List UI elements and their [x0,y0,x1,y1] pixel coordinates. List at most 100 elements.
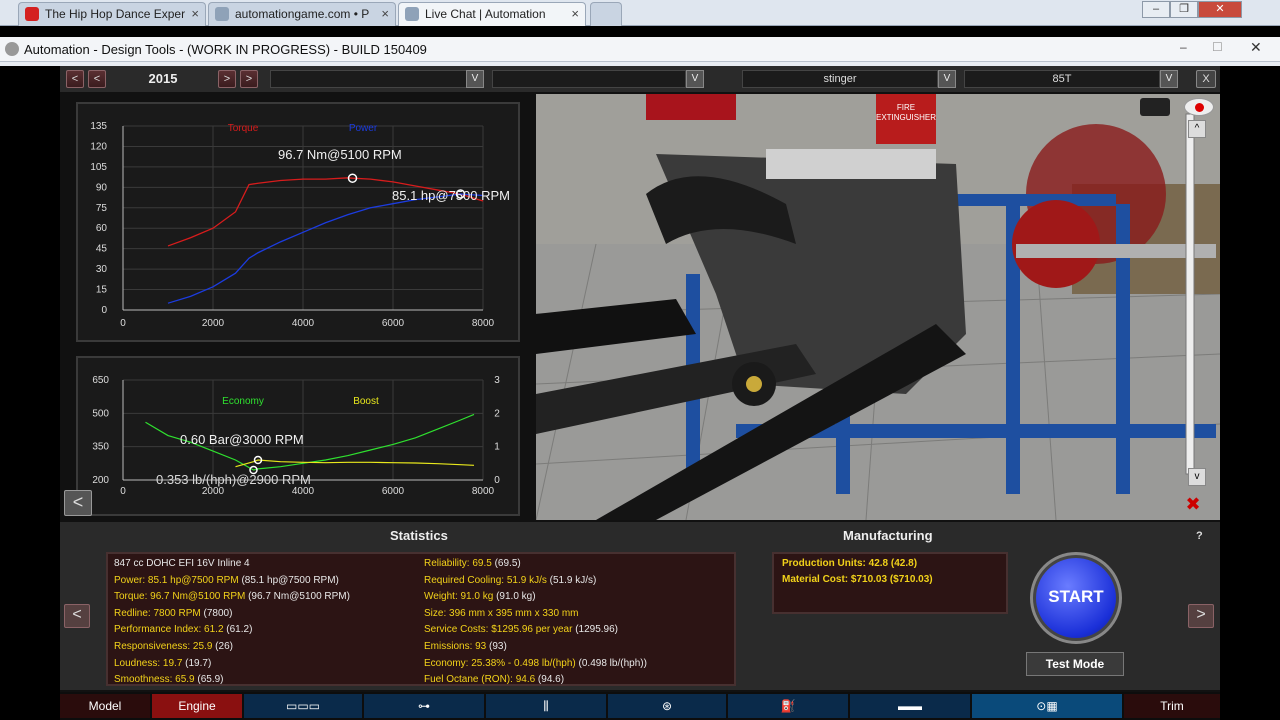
browser-tab-2[interactable]: automationgame.com • P × [208,2,396,26]
engine-3d-view[interactable]: FIRE EXTINGUISHER ^ v ✖ [535,94,1222,521]
x-tick-label: 4000 [292,486,315,497]
stat-value: Redline: 7800 RPM [114,607,201,619]
stat-base-value: (96.7 Nm@5100 RPM) [245,591,350,603]
scroll-up-icon[interactable]: ^ [1188,120,1206,138]
close-window-icon[interactable]: ✕ [1250,39,1262,56]
stat-line: Loudness: 19.7 (19.7) [114,658,211,669]
test-mode-button[interactable]: Test Mode [1026,652,1124,676]
stat-value: 847 cc DOHC EFI 16V Inline 4 [114,558,250,569]
help-button[interactable]: ? [1196,530,1203,542]
trim-dropdown[interactable]: 85T [964,70,1160,88]
browser-tab-strip: The Hip Hop Dance Exper × automationgame… [0,0,1280,26]
toggle-view-icon[interactable]: ✖ [1176,494,1210,516]
start-button[interactable]: START [1030,552,1122,644]
stat-value: Size: 396 mm x 395 mm x 330 mm [424,607,579,619]
test-bench-icon[interactable]: ⊙▦ [972,694,1122,718]
y-tick-label: 60 [96,223,108,234]
stat-base-value: (19.7) [182,657,212,669]
stat-line: Required Cooling: 51.9 kJ/s (51.9 kJ/s) [424,575,596,586]
x-tick-label: 0 [120,486,126,497]
statistics-box: 847 cc DOHC EFI 16V Inline 4 Power: 85.1 … [106,552,736,686]
y-tick-label: 30 [96,264,108,275]
tab-engine[interactable]: Engine [152,694,242,718]
exhaust-icon[interactable]: ▬▬ [850,694,970,718]
browser-tab-3[interactable]: Live Chat | Automation × [398,2,586,26]
y-tick-label-right: 0 [494,475,500,486]
x-tick-label: 2000 [202,318,225,329]
year-prev-fast-button[interactable]: < [66,70,84,88]
app-titlebar: Automation - Design Tools - (WORK IN PRO… [0,37,1280,62]
chevron-down-icon[interactable]: V [1160,70,1178,88]
model-dropdown[interactable]: stinger [742,70,938,88]
stat-base-value: (65.9) [194,674,224,686]
year-next-button[interactable]: > [218,70,236,88]
turbo-icon[interactable]: ⊛ [608,694,726,718]
top-toolbar: < < 2015 > > V V stinger V 85T V X [60,66,1220,92]
torque-annotation: 96.7 Nm@5100 RPM [278,147,402,162]
crank-icon[interactable]: ⊶ [364,694,484,718]
stat-line: Reliability: 69.5 (69.5) [424,558,521,569]
close-tab-icon[interactable]: × [191,6,199,21]
minimize-icon[interactable]: – [1142,1,1170,18]
legend-economy: Economy [222,396,264,407]
tab-model[interactable]: Model [60,694,150,718]
power-torque-chart: 135 120 105 90 75 60 45 30 15 0 0 2000 4000 6000 8000 T… [90,121,510,329]
x-tick-label: 8000 [472,486,495,497]
stat-value: Reliability: 69.5 [424,558,492,569]
manufacturing-title: Manufacturing [843,528,933,543]
browser-tab-1[interactable]: The Hip Hop Dance Exper × [18,2,206,26]
stat-line: Redline: 7800 RPM (7800) [114,608,232,619]
page-icon [215,7,229,21]
block-icon[interactable]: ▭▭▭ [244,694,362,718]
stat-value: Fuel Octane (RON): 94.6 [424,674,536,686]
variant-dropdown[interactable] [492,70,686,88]
close-tab-icon[interactable]: × [571,6,579,21]
stat-base-value: (0.498 lb/(hph)) [575,657,647,669]
stat-line: Power: 85.1 hp@7500 RPM (85.1 hp@7500 RP… [114,575,339,586]
svg-text:EXTINGUISHER: EXTINGUISHER [876,113,936,122]
chevron-down-icon[interactable]: V [938,70,956,88]
fuel-icon[interactable]: ⛽ [728,694,848,718]
manufacturing-box: Production Units: 42.8 (42.8) Material C… [772,552,1008,614]
stat-base-value: (1295.96) [572,624,619,636]
new-tab-button[interactable] [590,2,622,26]
svg-text:FIRE: FIRE [897,103,915,112]
youtube-icon [25,7,39,21]
x-tick-label: 6000 [382,318,405,329]
stat-value: Emissions: 93 [424,641,487,652]
minimize-icon[interactable]: – [1180,40,1187,54]
scroll-down-icon[interactable]: v [1188,468,1206,486]
valvetrain-icon[interactable]: ⫼ [486,694,606,718]
tab-label: automationgame.com • P [235,7,370,21]
tab-label: Live Chat | Automation [425,7,546,21]
y-tick-label: 45 [96,244,108,255]
next-part-button[interactable]: > [1188,604,1214,628]
y-tick-label: 15 [96,285,108,296]
economy-boost-chart: 650 500 350 200 3 2 1 0 0 2000 4000 6000 8000 Economy… [92,375,500,497]
prev-part-button[interactable]: < [64,604,90,628]
collapse-charts-button[interactable]: < [64,490,92,516]
stat-base-value: (69.5) [491,558,521,569]
year-prev-button[interactable]: < [88,70,106,88]
y-tick-label: 135 [90,121,107,132]
stat-value: Responsiveness: 25.9 [114,641,213,652]
chevron-down-icon[interactable]: V [466,70,484,88]
y-tick-label-left: 350 [92,442,109,453]
series-line-boost [235,459,475,468]
power-chart-panel: 135 120 105 90 75 60 45 30 15 0 0 2000 4000 6000 8000 T… [76,102,520,342]
family-dropdown[interactable] [270,70,468,88]
maximize-icon[interactable]: ☐ [1212,40,1223,54]
tab-trim[interactable]: Trim [1124,694,1220,718]
year-next-fast-button[interactable]: > [240,70,258,88]
legend-boost: Boost [353,396,379,407]
close-window-icon[interactable]: ✕ [1198,1,1242,18]
close-button[interactable]: X [1196,70,1216,88]
restore-icon[interactable]: ❐ [1170,1,1198,18]
record-icon[interactable] [1184,98,1214,116]
stat-base-value: (7800) [200,607,233,619]
chevron-down-icon[interactable]: V [686,70,704,88]
stat-line: Torque: 96.7 Nm@5100 RPM (96.7 Nm@5100 R… [114,591,350,602]
camera-icon[interactable] [1140,98,1170,116]
y-tick-label-left: 650 [92,375,109,386]
close-tab-icon[interactable]: × [381,6,389,21]
